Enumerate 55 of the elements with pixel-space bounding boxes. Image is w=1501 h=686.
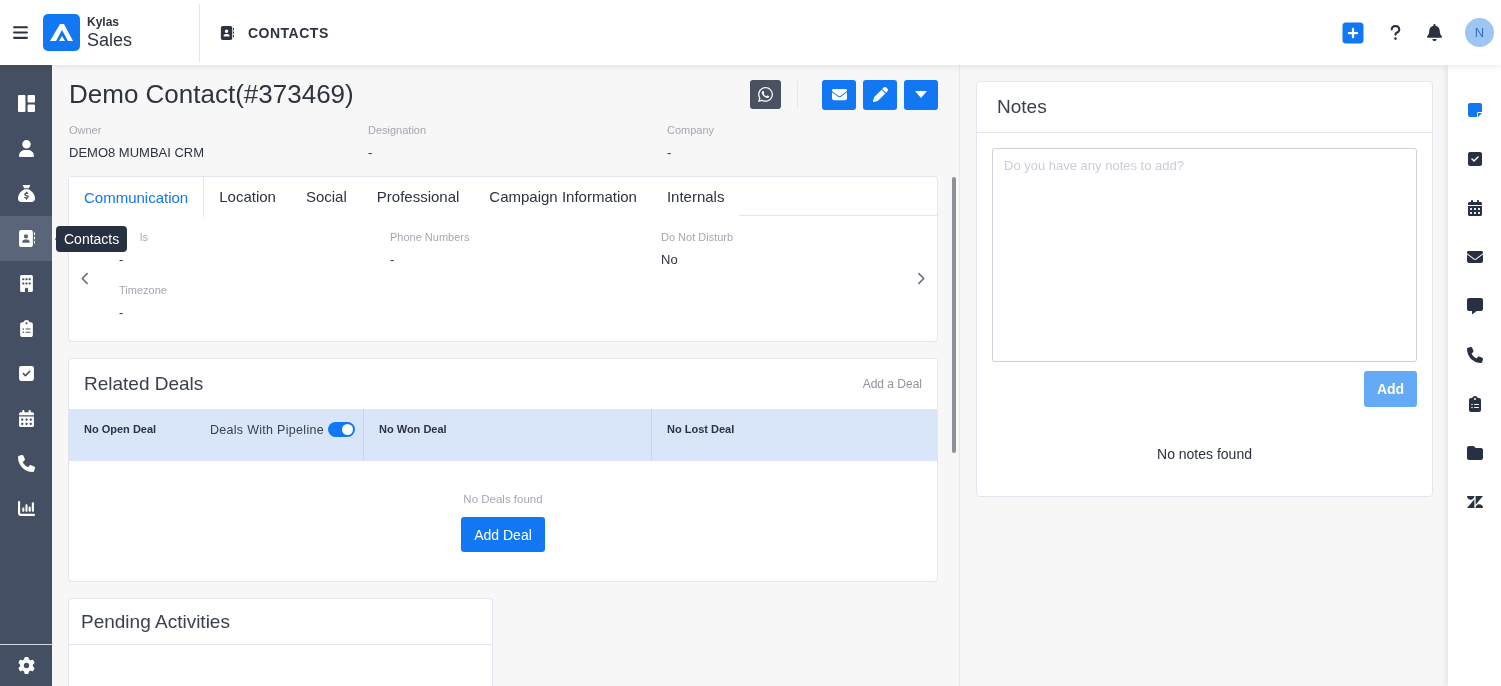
logo-icon: [43, 14, 80, 51]
caret-icon: [915, 91, 927, 98]
brand-product: Sales: [87, 29, 134, 51]
add-deal-button[interactable]: Add Deal: [461, 517, 545, 552]
field-label: Timezone: [119, 284, 167, 296]
clipboard-icon: [17, 320, 35, 337]
field-label: Phone Numbers: [390, 231, 470, 243]
chat-phone-icon: [757, 86, 774, 103]
contact-title: Demo Contact(#373469): [68, 79, 355, 110]
field-label: Designation: [368, 124, 427, 136]
brand-name: Kylas: [87, 14, 121, 29]
whatsapp-button[interactable]: [750, 80, 781, 109]
email-button[interactable]: [822, 79, 856, 110]
field-label: Company: [667, 124, 715, 136]
money-bag-icon: [17, 185, 35, 202]
field-value: No: [661, 252, 678, 267]
card-title: Pending Activities: [81, 610, 230, 633]
checkbox-icon: [17, 365, 35, 382]
envelope-icon: [831, 87, 847, 102]
gear-icon: [17, 657, 35, 674]
tooltip: Contacts: [56, 225, 128, 252]
tab[interactable]: Communication: [69, 177, 205, 217]
deal-column-heading: No Lost Deal: [667, 423, 735, 435]
field-label: ls: [139, 231, 148, 243]
building-icon: [17, 275, 35, 292]
scrollbar-thumb[interactable]: [952, 177, 956, 453]
field-value: -: [390, 252, 395, 267]
contact-card-icon: [220, 25, 234, 40]
field-value: DEMO8 MUMBAI CRM: [69, 145, 205, 160]
field-value: -: [368, 145, 373, 160]
card-title: Notes: [997, 96, 1047, 118]
pencil-icon: [872, 87, 888, 102]
more-dropdown-button[interactable]: [904, 79, 938, 110]
bar-chart-icon: [17, 500, 35, 517]
pipeline-switch[interactable]: [328, 422, 355, 437]
module-title: CONTACTS: [248, 24, 329, 41]
menu-button[interactable]: [12, 24, 29, 41]
dashboard-icon: [17, 95, 35, 112]
notification-button[interactable]: [1426, 24, 1443, 41]
deal-column-heading: No Open Deal: [84, 423, 157, 435]
edit-button[interactable]: [863, 79, 897, 110]
empty-message: No notes found: [1157, 446, 1252, 462]
field-value: -: [119, 305, 124, 320]
field-label: Owner: [69, 124, 102, 136]
deal-column-heading: No Won Deal: [379, 423, 447, 435]
field-label: Do Not Disturb: [661, 231, 734, 243]
phone-icon: [17, 455, 35, 472]
card-title: Related Deals: [84, 373, 204, 395]
calendar-icon: [17, 410, 35, 427]
person-icon: [17, 140, 35, 157]
toggle-label: Deals With Pipeline: [209, 422, 324, 437]
field-value: -: [667, 145, 672, 160]
empty-message: No Deals found: [463, 493, 543, 505]
add-button[interactable]: [1341, 20, 1365, 45]
contact-card-icon: [17, 230, 35, 247]
